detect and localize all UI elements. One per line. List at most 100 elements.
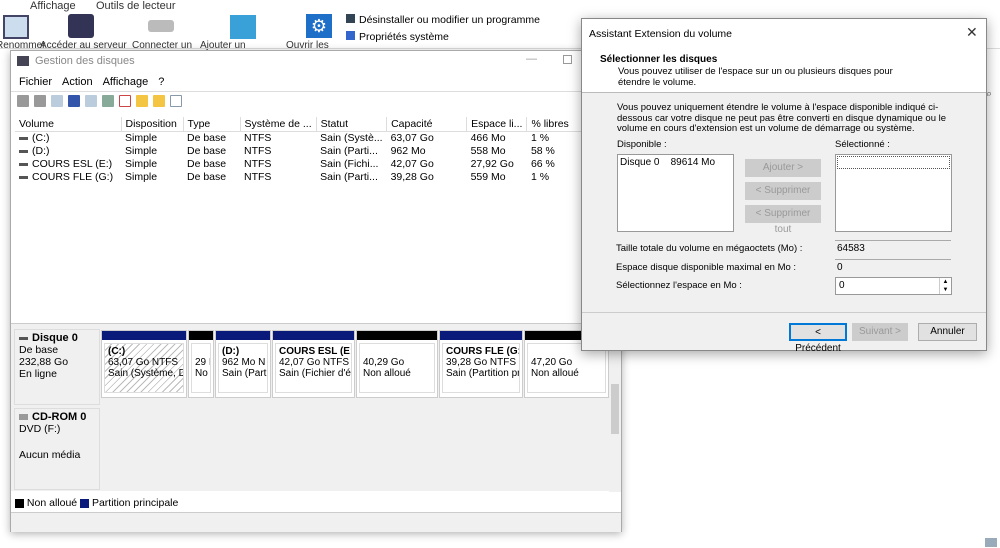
total-label: Taille totale du volume en mégaoctets (M… [616,243,803,254]
maximize-button[interactable] [563,55,572,64]
remove-all-button[interactable]: < Supprimer tout [745,205,821,235]
max-value: 0 [835,259,951,275]
partition-name [363,346,431,357]
col-volume[interactable]: Volume [15,117,122,132]
legend: Non alloué Partition principale [15,497,178,509]
check-icon[interactable] [119,95,131,108]
cell-text: Simple [125,158,158,170]
help-icon[interactable] [68,95,80,108]
table-row[interactable]: COURS FLE (G:) Simple De base NTFS Sain (Par… [15,171,595,184]
legend-unallocated: Non alloué [26,497,78,509]
folder-up-icon[interactable] [136,95,148,108]
partition-4[interactable]: 40,29 Go Non alloué [356,330,438,398]
cell-text: 27,92 Go [470,158,514,170]
rename-icon[interactable] [3,15,29,39]
disk0-type: De base [19,344,59,356]
table-cell: COURS ESL (E:) [15,158,121,171]
partition-5[interactable]: COURS FLE (G:) 39,28 Go NTFS Sain (Partiti… [439,330,523,398]
cell-text: 39,28 Go [390,171,434,183]
cell-text: 66 % [530,158,555,170]
list-item-disk0[interactable]: Disque 0 89614 Mo [618,155,733,170]
cell-text: NTFS [244,171,272,183]
table-cell: De base [183,132,240,145]
partition-0[interactable]: (C:) 63,07 Go NTFS Sain (Système, Dé [101,330,187,398]
table-row[interactable]: (D:) Simple De base NTFS Sain (Parti... 962 M… [15,145,595,158]
volume-icon [19,149,28,153]
cdrom-label[interactable]: CD-ROM 0 DVD (F:) Aucun média [14,408,100,490]
back-button[interactable]: < Précédent [789,323,847,354]
toolbar [17,95,187,108]
uninstall-link[interactable]: Désinstaller ou modifier un programme [346,14,540,26]
col-filesystem[interactable]: Système de ... [240,117,317,132]
cell-text: Sain (Systè... [320,132,383,145]
legend-swatch-primary [80,498,90,508]
menu-action[interactable]: Action [62,76,93,88]
remove-button[interactable]: < Supprimer [745,182,821,200]
folder-search-icon[interactable] [153,95,165,108]
partition-1[interactable]: 29 I No [188,330,214,398]
menu-fichier[interactable]: Fichier [19,76,52,88]
col-free[interactable]: Espace li... [466,117,528,132]
connect-icon[interactable] [102,95,114,108]
col-status[interactable]: Statut [316,117,388,132]
table-cell: 466 Mo [467,132,527,145]
available-list[interactable]: Disque 0 89614 Mo [617,154,734,232]
pane-icon[interactable] [85,95,97,108]
add-button[interactable]: Ajouter > [745,159,821,177]
uninstall-label: Désinstaller ou modifier un programme [359,14,540,26]
col-disposition[interactable]: Disposition [121,117,184,132]
disk0-name: Disque 0 [32,332,78,344]
partition-bar [357,331,437,340]
cell-text: 58 % [530,145,555,157]
cell-text: NTFS [244,132,272,145]
cancel-button[interactable]: Annuler [918,323,977,341]
space-input[interactable]: 0 [839,280,845,291]
console-icon[interactable] [51,95,63,108]
col-capacity[interactable]: Capacité [386,117,468,132]
view-icon[interactable] [985,538,997,547]
col-type[interactable]: Type [183,117,241,132]
scrollbar-thumb[interactable] [611,384,619,434]
selected-list[interactable] [835,154,952,232]
list-icon[interactable] [170,95,182,108]
focus-rect [837,156,950,169]
partition-3[interactable]: COURS ESL (E:) 42,07 Go NTFS Sain (Fichier… [272,330,355,398]
disk0-label[interactable]: Disque 0 De base 232,88 Go En ligne [14,329,100,405]
tab-affichage[interactable]: Affichage [30,0,76,12]
table-row[interactable]: COURS ESL (E:) Simple De base NTFS Sain (Fic… [15,158,595,171]
back-icon[interactable] [17,95,29,108]
table-row[interactable]: (C:) Simple De base NTFS Sain (Systè... 63,07… [15,132,595,145]
spinner-arrows[interactable]: ▲ ▼ [939,278,951,294]
volume-table: Volume Disposition Type Système de ... S… [15,117,595,184]
partition-status: Non alloué [363,368,411,379]
cell-text: 962 Mo [390,145,426,157]
cell-text: (C:) [32,132,50,145]
next-button[interactable]: Suivant > [852,323,908,341]
menu-affichage[interactable]: Affichage [103,76,149,88]
partition-2[interactable]: (D:) 962 Mo N Sain (Part [215,330,271,398]
network-icon[interactable] [230,15,256,39]
partition-bar [440,331,522,340]
item-size: 89614 Mo [670,157,716,168]
partition-bar [273,331,354,340]
minimize-button[interactable]: — [526,53,537,65]
partition-name: COURS ESL (E:) [279,346,352,357]
partition-size: 42,07 Go NTFS [279,357,350,368]
menu-help[interactable]: ? [158,76,164,88]
tab-outils-lecteur[interactable]: Outils de lecteur [96,0,175,12]
extend-volume-wizard: Assistant Extension du volume ✕ Sélectio… [581,18,987,354]
server-icon[interactable] [68,14,94,38]
close-button[interactable]: ✕ [966,24,978,41]
forward-icon[interactable] [34,95,46,108]
settings-icon[interactable]: ⚙ [306,14,332,38]
partition-name [195,346,207,357]
system-properties-link[interactable]: Propriétés système [346,31,449,43]
drive-icon[interactable] [148,20,174,32]
space-spinner[interactable]: 0 ▲ ▼ [835,277,952,295]
selected-label: Sélectionné : [835,139,890,150]
system-properties-label: Propriétés système [359,31,449,43]
table-cell: Sain (Parti... [316,145,386,158]
table-cell: Sain (Systè... [316,132,386,145]
disk-icon [19,336,28,340]
volume-icon [19,175,28,179]
